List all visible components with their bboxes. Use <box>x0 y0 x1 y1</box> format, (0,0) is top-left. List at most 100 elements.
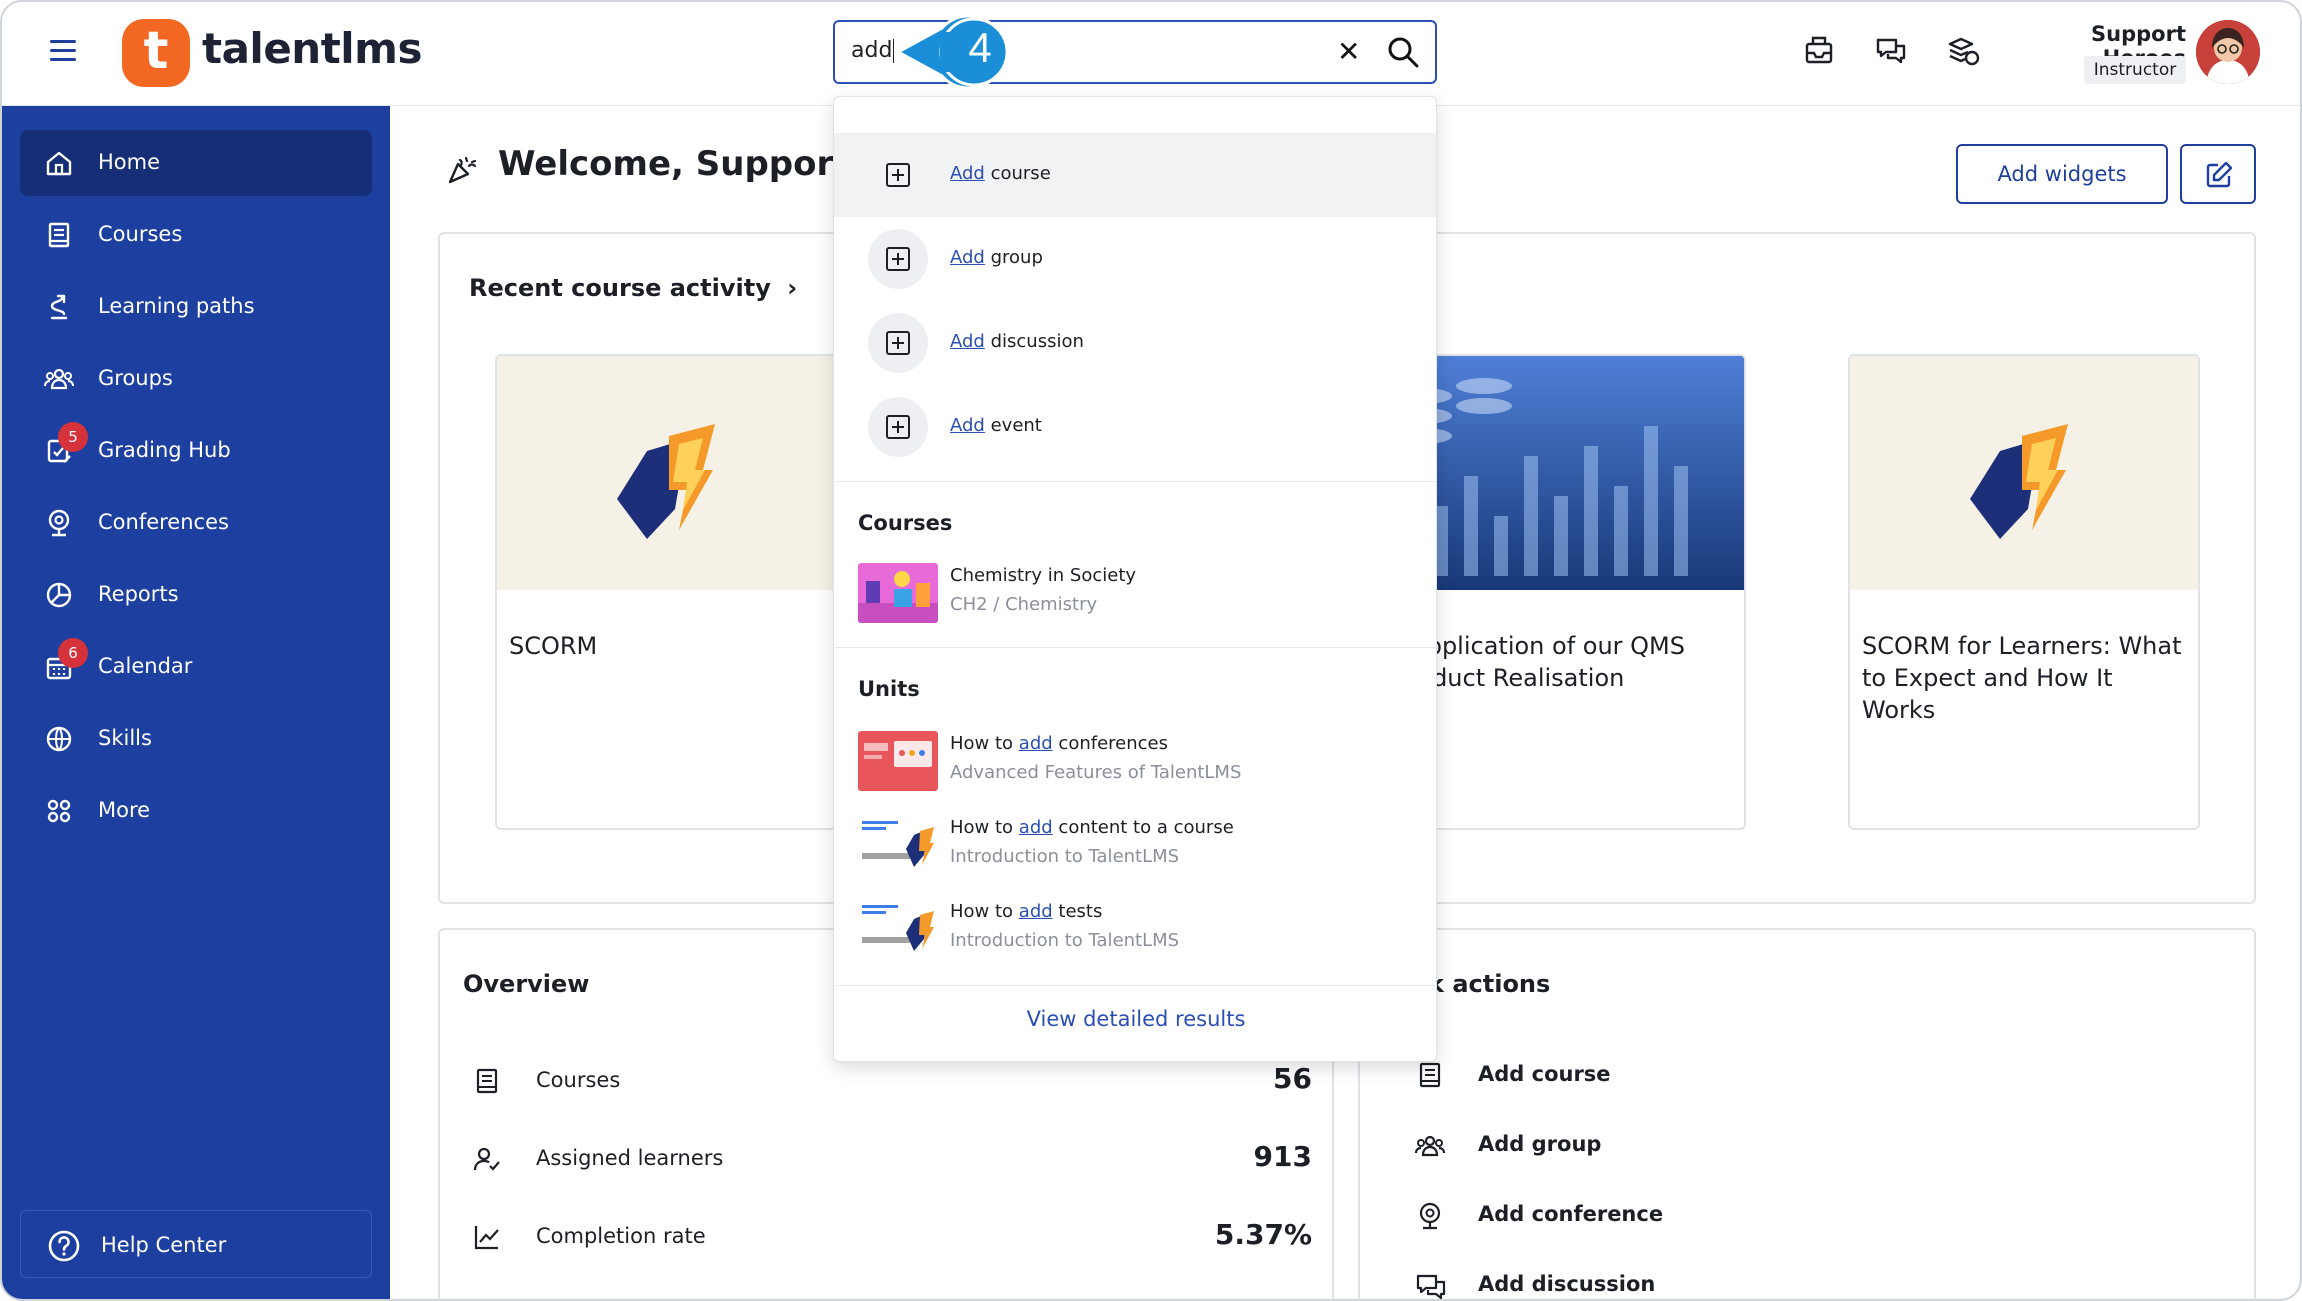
search-value[interactable]: add <box>851 38 895 63</box>
search-result-unit[interactable]: How to add content to a course Introduct… <box>858 813 1418 877</box>
sidebar-item-label: Groups <box>98 366 173 390</box>
search-action-label: Add course <box>950 163 1051 184</box>
help-center-label: Help Center <box>101 1233 227 1257</box>
path-icon <box>50 294 68 320</box>
add-icon <box>868 313 928 373</box>
search-result-subtitle: Introduction to TalentLMS <box>950 930 1180 951</box>
quick-action-label: Add discussion <box>1478 1272 1656 1296</box>
app-window: t talentlms add ✕ 4 Support Heroes Instr… <box>0 0 2302 1301</box>
notification-badge: 5 <box>58 422 88 452</box>
overview-row-learners[interactable]: Assigned learners 913 <box>472 1140 1312 1180</box>
logo-icon[interactable]: t <box>122 19 190 87</box>
sidebar-item-label: Skills <box>98 726 152 750</box>
sidebar-item-calendar[interactable]: 6 Calendar <box>20 634 372 700</box>
help-center-button[interactable]: Help Center <box>20 1210 372 1278</box>
search-action-label: Add group <box>950 247 1043 268</box>
user-check-icon <box>473 1147 500 1171</box>
search-result-unit[interactable]: How to add tests Introduction to TalentL… <box>858 897 1418 961</box>
inbox-icon[interactable] <box>1802 34 1836 68</box>
quick-action-label: Add conference <box>1478 1202 1664 1226</box>
search-result-unit[interactable]: How to add conferences Advanced Features… <box>858 729 1418 793</box>
chat-icon <box>1416 1274 1446 1299</box>
sidebar-item-label: Learning paths <box>98 294 255 318</box>
course-thumbnail <box>497 356 845 590</box>
notification-badge: 6 <box>58 638 88 668</box>
search-results-dropdown: Add course Add group Add discussion Add … <box>833 96 1437 1062</box>
edit-dashboard-button[interactable] <box>2180 144 2256 204</box>
unit-thumbnail <box>858 815 938 875</box>
add-icon <box>868 145 928 205</box>
search-result-course[interactable]: Chemistry in Society CH2 / Chemistry <box>858 561 1418 625</box>
search-icon[interactable] <box>1387 36 1419 68</box>
overview-value: 5.37% <box>1214 1218 1312 1251</box>
close-icon[interactable]: ✕ <box>1337 35 1360 68</box>
logo-text[interactable]: talentlms <box>202 24 422 73</box>
sidebar-item-more[interactable]: More <box>20 778 372 844</box>
overview-label: Courses <box>536 1068 621 1092</box>
divider <box>834 647 1436 648</box>
search-result-title: How to add conferences <box>950 733 1168 754</box>
divider <box>834 985 1436 986</box>
quick-action-add-conference[interactable]: Add conference <box>1414 1196 1914 1236</box>
avatar[interactable] <box>2196 20 2260 84</box>
quick-action-add-course[interactable]: Add course <box>1414 1056 1914 1096</box>
add-widgets-button[interactable]: Add widgets <box>1956 144 2168 204</box>
sidebar-item-groups[interactable]: Groups <box>20 346 372 412</box>
page-title: Welcome, Support! <box>498 144 866 184</box>
course-card[interactable]: SCORM <box>495 354 847 830</box>
overview-row-completion[interactable]: Completion rate 5.37% <box>472 1218 1312 1258</box>
sidebar-item-label: Courses <box>98 222 183 246</box>
divider <box>834 481 1436 482</box>
course-card[interactable]: SCORM for Learners: What to Expect and H… <box>1848 354 2200 830</box>
skills-icon <box>46 726 72 752</box>
sidebar-item-courses[interactable]: Courses <box>20 202 372 268</box>
webcam-icon <box>1419 1202 1441 1230</box>
chat-icon[interactable] <box>1874 34 1908 68</box>
search-result-title: How to add content to a course <box>950 817 1234 838</box>
search-action-add-group[interactable]: Add group <box>834 217 1436 301</box>
edit-icon <box>2206 161 2233 188</box>
view-detailed-results-link[interactable]: View detailed results <box>834 1007 1436 1031</box>
group-icon <box>1414 1135 1446 1157</box>
overview-row-courses[interactable]: Courses 56 <box>472 1062 1312 1102</box>
course-card[interactable]: - Application of our QMS Product Realisa… <box>1394 354 1746 830</box>
sidebar-item-label: Grading Hub <box>98 438 231 462</box>
quick-action-add-discussion[interactable]: Add discussion <box>1414 1266 1914 1299</box>
courses-heading: Courses <box>858 511 953 535</box>
course-card-title: SCORM for Learners: What to Expect and H… <box>1862 632 2182 724</box>
units-heading: Units <box>858 677 920 701</box>
search-action-add-event[interactable]: Add event <box>834 385 1436 469</box>
sidebar-item-label: Home <box>98 150 161 174</box>
sidebar-item-home[interactable]: Home <box>20 130 372 196</box>
search-action-add-discussion[interactable]: Add discussion <box>834 301 1436 385</box>
sidebar-item-label: Conferences <box>98 510 229 534</box>
add-icon <box>868 397 928 457</box>
sidebar-item-grading-hub[interactable]: 5 Grading Hub <box>20 418 372 484</box>
search-action-add-course[interactable]: Add course <box>834 133 1436 217</box>
pie-chart-icon <box>46 582 72 608</box>
menu-icon[interactable] <box>50 40 76 64</box>
search-result-subtitle: CH2 / Chemistry <box>950 594 1098 615</box>
book-icon <box>48 222 70 248</box>
user-role-badge[interactable]: Instructor <box>2084 56 2186 84</box>
recent-activity-title[interactable]: Recent course activity › <box>469 274 797 302</box>
sidebar-item-skills[interactable]: Skills <box>20 706 372 772</box>
book-icon <box>1419 1062 1441 1088</box>
search-result-title: Chemistry in Society <box>950 565 1137 586</box>
trend-icon <box>474 1226 499 1250</box>
sidebar-item-label: Reports <box>98 582 179 606</box>
quick-action-add-group[interactable]: Add group <box>1414 1126 1914 1166</box>
book-icon <box>476 1068 498 1094</box>
search-action-label: Add event <box>950 415 1042 436</box>
webcam-icon <box>48 509 70 537</box>
sidebar-item-learning-paths[interactable]: Learning paths <box>20 274 372 340</box>
credits-icon[interactable] <box>1946 34 1980 68</box>
search-result-subtitle: Introduction to TalentLMS <box>950 846 1180 867</box>
unit-thumbnail <box>858 899 938 959</box>
chevron-right-icon[interactable]: › <box>787 274 797 302</box>
sidebar-item-reports[interactable]: Reports <box>20 562 372 628</box>
overview-value: 56 <box>1273 1062 1312 1095</box>
quick-action-label: Add group <box>1478 1132 1602 1156</box>
sidebar-item-conferences[interactable]: Conferences <box>20 490 372 556</box>
search-result-title: How to add tests <box>950 901 1103 922</box>
